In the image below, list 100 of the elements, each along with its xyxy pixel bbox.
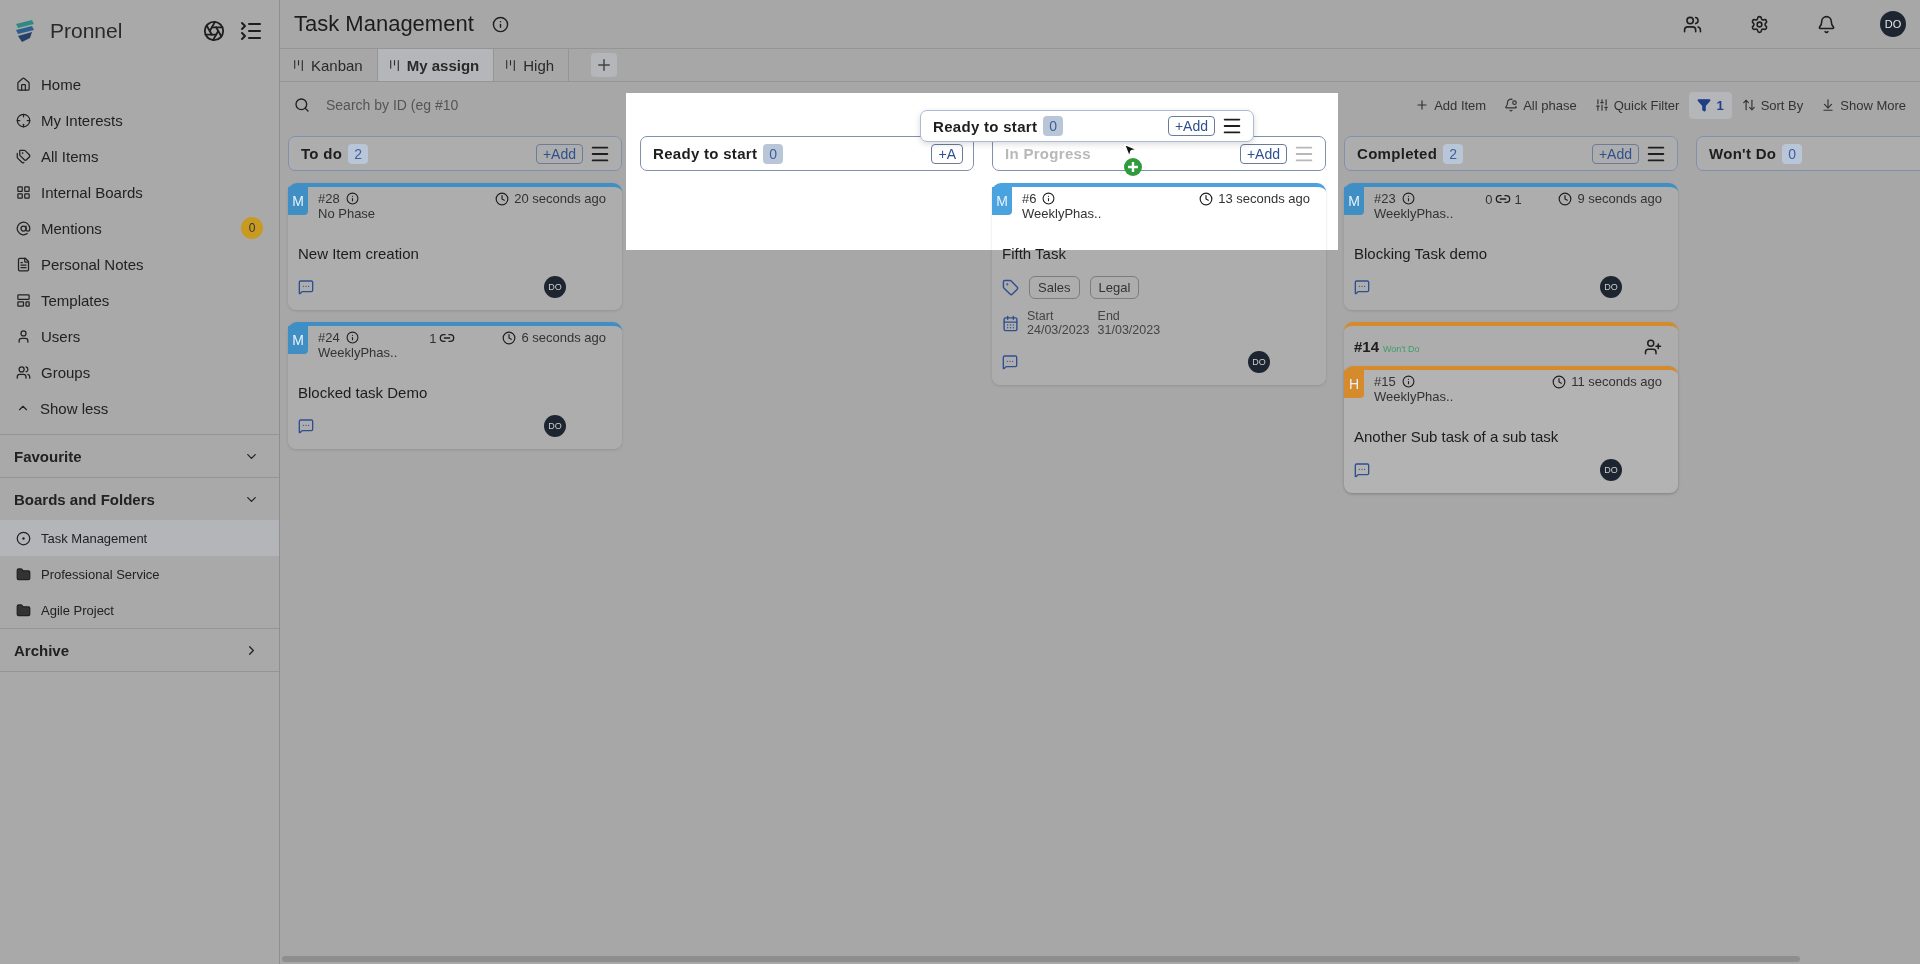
search-field[interactable]: Search by ID (eg #10 [324,96,628,114]
nav-item[interactable]: Groups [0,354,279,390]
comment-icon[interactable] [298,418,314,434]
time-label: 9 seconds ago [1577,191,1662,206]
view-tab[interactable]: Kanban [282,49,378,81]
nav-icon [16,364,31,380]
group-card[interactable]: #14 Won't Do H #15 WeeklyPhas.. 11 seconds ago Another Sub task of a sub task DO [1344,322,1678,493]
info-icon[interactable] [1401,192,1415,205]
board-item[interactable]: Task Management [0,520,279,556]
team-icon[interactable] [1683,14,1702,34]
date-value: 24/03/2023 [1027,323,1090,337]
toolbar-button[interactable]: All phase [1496,91,1585,119]
tag-chip[interactable]: Sales [1029,276,1080,299]
tag-icon [1002,279,1019,296]
comment-icon[interactable] [1354,462,1370,478]
count-badge: 0 [763,143,784,164]
section-header[interactable]: Archive [0,628,279,671]
dragged-column-header[interactable]: Ready to start 0 +Add [920,110,1254,142]
count-badge: 2 [348,143,368,164]
info-icon[interactable] [491,15,509,33]
nav-item[interactable]: Internal Boards [0,174,279,210]
comment-icon[interactable] [1354,279,1370,295]
task-card[interactable]: M #6 WeeklyPhas.. 13 seconds ago Fifth Task Sales Legal Start 24/03/2023 End 31/03/2023 DO [992,183,1326,385]
folder-icon [16,602,31,618]
avatar[interactable]: DO [1600,459,1622,481]
nav-item[interactable]: All Items [0,138,279,174]
dependency-count: 1 [429,330,437,346]
scrollbar[interactable] [282,956,1800,962]
add-tab-button[interactable] [591,53,618,77]
nav-icon [16,256,31,272]
info-icon[interactable] [1401,375,1415,388]
column-header[interactable]: Completed 2 +Add [1344,136,1678,171]
count-badge: 0 [241,217,263,239]
column-header[interactable]: To do 2 +Add [288,136,622,171]
avatar[interactable]: DO [544,276,566,298]
board-item[interactable]: Agile Project [0,592,279,628]
nav-icon [16,184,31,200]
item-id: #6 [1022,191,1037,206]
clock-icon [1552,374,1567,389]
nav-item[interactable]: My Interests [0,102,279,138]
toolbar-button[interactable]: Sort By [1733,91,1812,119]
plus-icon [1415,98,1430,112]
comment-icon[interactable] [1002,354,1018,370]
nav-icon [16,292,31,308]
add-button[interactable]: +Add [1239,143,1287,164]
info-icon[interactable] [345,331,359,344]
phase-label: No Phase [318,206,376,221]
task-card[interactable]: M #23 WeeklyPhas.. 0 1 9 seconds ago Blocking Task demo DO [1344,183,1678,310]
add-user-icon[interactable] [1644,338,1662,356]
collapse-sidebar-icon[interactable] [239,19,263,43]
add-button[interactable]: +Add [1591,143,1639,164]
nav-item[interactable]: Personal Notes [0,246,279,282]
board-item[interactable]: Professional Service [0,556,279,592]
avatar[interactable]: DO [1600,276,1622,298]
date-label: End [1097,309,1121,323]
count-badge: 2 [1443,143,1463,164]
task-card[interactable]: M #28 No Phase 20 seconds ago New Item creation DO [288,183,622,310]
priority-tag: M [992,187,1012,215]
show-less-toggle[interactable]: Show less [0,390,279,426]
toolbar-button[interactable]: Add Item [1407,91,1495,119]
notification-icon[interactable] [1817,14,1836,34]
nav-item[interactable]: Users [0,318,279,354]
nav-item[interactable]: Mentions 0 [0,210,279,246]
toolbar-button[interactable]: Show More [1813,91,1914,119]
view-tab[interactable]: My assign [377,49,495,81]
nav-icon [16,112,31,128]
item-id: #28 [318,191,340,206]
task-card[interactable]: H #15 WeeklyPhas.. 11 seconds ago Another Sub task of a sub task DO [1344,366,1678,493]
view-tab[interactable]: High [494,49,570,81]
comment-icon[interactable] [298,279,314,295]
column-header[interactable]: Won't Do 0 [1696,136,1920,171]
column-header[interactable]: Ready to start 0 +A [640,136,974,171]
time-label: 13 seconds ago [1218,191,1310,206]
item-id: #24 [318,330,340,345]
kanban-icon [387,58,401,72]
add-button[interactable]: +Add [535,143,583,164]
toolbar-button[interactable]: Quick Filter [1586,91,1688,119]
card-title: Blocking Task demo [1354,244,1489,262]
sliders-icon [1594,98,1609,112]
time-label: 11 seconds ago [1571,374,1662,389]
kanban-icon [292,58,305,72]
nav-item[interactable]: Home [0,66,279,102]
section-header[interactable]: Favourite [0,434,279,477]
priority-tag: M [288,187,308,215]
info-icon[interactable] [1042,192,1056,205]
avatar[interactable]: DO [1248,351,1270,373]
user-avatar[interactable]: DO [1880,11,1906,37]
clock-icon [1558,191,1573,206]
filter-button[interactable]: 1 [1689,91,1732,119]
settings-icon[interactable] [1750,14,1769,34]
nav-icon [16,76,31,92]
calendar-icon [1002,314,1019,332]
add-button[interactable]: +Add [1167,116,1215,136]
info-icon[interactable] [345,192,359,205]
clock-icon [502,330,517,345]
tag-chip[interactable]: Legal [1089,276,1140,299]
avatar[interactable]: DO [544,415,566,437]
task-card[interactable]: M #24 WeeklyPhas.. 1 6 seconds ago Blocked task Demo DO [288,322,622,449]
nav-item[interactable]: Templates [0,282,279,318]
add-button[interactable]: +A [931,143,963,164]
